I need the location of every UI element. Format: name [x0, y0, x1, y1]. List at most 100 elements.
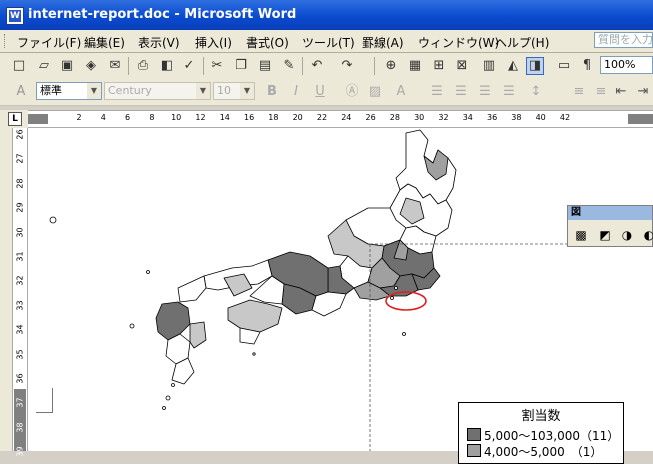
legend-swatch	[467, 428, 481, 441]
bullets-icon[interactable]: ≡	[592, 83, 610, 101]
email-icon[interactable]: ✉	[106, 57, 124, 75]
open-folder-icon[interactable]: ▱	[35, 57, 53, 75]
save-icon[interactable]: ▣	[58, 57, 76, 75]
ruler-tick-label: 34	[462, 113, 473, 122]
format-painter-icon[interactable]: ✎	[280, 57, 298, 75]
color-icon[interactable]: ◩	[596, 226, 614, 244]
menu-insert[interactable]: 挿入(I)	[195, 34, 232, 51]
ruler-tick-label: 16	[244, 113, 255, 122]
zoom-select[interactable]: 100%	[600, 56, 653, 74]
decrease-indent-icon[interactable]: ⇤	[612, 83, 630, 101]
window-title: internet-report.doc - Microsoft Word	[28, 7, 297, 22]
tables-borders-icon[interactable]: ▦	[406, 57, 424, 75]
ruler-tick-label: 32	[15, 275, 25, 286]
bold-icon[interactable]: B	[263, 83, 281, 101]
legend-row: 5,000～103,000（11）	[467, 427, 619, 444]
document-map-icon[interactable]: ◨	[526, 57, 544, 75]
menu-grip[interactable]	[4, 34, 8, 48]
menu-bar: ファイル(F) 編集(E) 表示(V) 挿入(I) 書式(O) ツール(T) 罫…	[0, 30, 653, 53]
title-bar: W internet-report.doc - Microsoft Word	[0, 0, 653, 30]
style-value: 標準	[40, 84, 62, 97]
paste-icon[interactable]: ▤	[256, 57, 274, 75]
insert-excel-icon[interactable]: ⊠	[453, 57, 471, 75]
ruler-tick-label: 10	[171, 113, 182, 122]
formatting-toolbar: A 標準 ▼ Century ▼ 10 ▼ B I U Ⓐ ▨ A ☰ ☰ ☰ …	[0, 79, 653, 106]
chevron-down-icon: ▼	[87, 83, 101, 99]
undo-icon[interactable]: ↶	[308, 57, 326, 75]
ruler-tick-label: 31	[15, 251, 25, 262]
align-left-icon[interactable]: ☰	[428, 83, 446, 101]
ruler-tick-label: 40	[535, 113, 546, 122]
align-right-icon[interactable]: ☰	[476, 83, 494, 101]
ruler-tick-label: 32	[438, 113, 449, 122]
permission-icon[interactable]: ◈	[82, 57, 100, 75]
menu-tools[interactable]: ツール(T)	[302, 34, 355, 51]
font-size-select[interactable]: 10 ▼	[213, 82, 255, 100]
styles-formatting-icon[interactable]: A	[12, 83, 30, 101]
align-center-icon[interactable]: ☰	[452, 83, 470, 101]
increase-indent-icon[interactable]: ⇥	[634, 83, 652, 101]
font-color-icon[interactable]: A	[392, 83, 410, 101]
copy-icon[interactable]: ❐	[232, 57, 250, 75]
ruler-tick-label: 4	[100, 113, 106, 122]
numbering-icon[interactable]: ≡	[570, 83, 588, 101]
menu-format[interactable]: 書式(O)	[246, 34, 289, 51]
spelling-icon[interactable]: ✓	[180, 57, 198, 75]
justify-icon[interactable]: ☰	[500, 83, 518, 101]
columns-icon[interactable]: ▥	[480, 57, 498, 75]
insert-picture-icon[interactable]: ▩	[572, 226, 590, 244]
new-document-icon[interactable]: □	[10, 57, 28, 75]
ruler-tick-label: 22	[316, 113, 328, 122]
ruler-tick-label: 26	[15, 129, 25, 140]
ruler-tick-label: 28	[15, 178, 25, 189]
contrast-icon[interactable]: ◑	[618, 226, 636, 244]
char-shading-icon[interactable]: ▨	[366, 83, 384, 101]
help-question-input[interactable]: 質問を入力	[594, 32, 653, 48]
ruler-tick-label: 30	[15, 227, 25, 238]
picture-toolbar[interactable]: 図 ▩ ◩ ◑ ◐	[567, 205, 653, 247]
show-hide-icon[interactable]: ¶	[578, 57, 596, 75]
read-mode-icon[interactable]: ▭	[555, 57, 573, 75]
char-border-icon[interactable]: Ⓐ	[343, 83, 361, 101]
ruler-tick-label: 24	[341, 113, 352, 122]
vertical-ruler[interactable]: 26 27 28 29 30 31 32 33 34 35 36 37 38 39	[12, 128, 28, 457]
menu-file[interactable]: ファイル(F)	[17, 34, 81, 51]
legend-label: 4,000～5,000 （1）	[484, 445, 603, 459]
ruler-tick-label: 36	[487, 113, 498, 122]
print-preview-icon[interactable]: ◧	[158, 57, 176, 75]
menu-table[interactable]: 罫線(A)	[362, 34, 404, 51]
cut-icon[interactable]: ✂	[208, 57, 226, 75]
brightness-icon[interactable]: ◐	[640, 226, 653, 244]
menu-edit[interactable]: 編集(E)	[84, 34, 125, 51]
ruler-tick-label: 12	[195, 113, 206, 122]
ruler-tick-label: 6	[125, 113, 131, 122]
ruler-tick-label: 35	[15, 349, 25, 360]
ruler-tick-label: 42	[559, 113, 571, 122]
menu-view[interactable]: 表示(V)	[138, 34, 180, 51]
line-spacing-icon[interactable]: ↕	[527, 83, 545, 101]
menu-window[interactable]: ウィンドウ(W)	[418, 34, 499, 51]
insert-table-icon[interactable]: ⊞	[430, 57, 448, 75]
tab-selector[interactable]: L	[0, 110, 28, 128]
redo-icon[interactable]: ↷	[338, 57, 356, 75]
horizontal-ruler[interactable]: 2 4 6 8 10 12 14 16 18 20 22 24 26 28 30 32 34 36 38 40 42 44	[28, 110, 653, 128]
ruler-tick-label: 18	[268, 113, 279, 122]
ruler-tick-label: 2	[76, 113, 82, 122]
ruler-tick-label: 14	[219, 113, 230, 122]
ruler-tick-label: 38	[15, 422, 25, 433]
style-select[interactable]: 標準 ▼	[36, 82, 102, 100]
legend-label: 5,000～103,000（11）	[484, 429, 620, 443]
ruler-tick-label: 8	[149, 113, 155, 122]
drawing-icon[interactable]: ◭	[504, 57, 522, 75]
picture-toolbar-title: 図	[568, 206, 652, 220]
hyperlink-icon[interactable]: ⊕	[382, 57, 400, 75]
standard-toolbar: □ ▱ ▣ ◈ ✉ ⎙ ◧ ✓ ✂ ❐ ▤ ✎ ↶ ↷ ⊕ ▦ ⊞ ⊠ ▥ ◭ …	[0, 53, 653, 80]
left-tab-icon: L	[8, 112, 22, 126]
print-icon[interactable]: ⎙	[134, 57, 152, 75]
underline-icon[interactable]: U	[311, 83, 329, 101]
word-app-icon[interactable]: W	[6, 7, 24, 25]
font-select[interactable]: Century ▼	[104, 82, 211, 100]
legend-row: 4,000～5,000 （1）	[467, 443, 602, 460]
italic-icon[interactable]: I	[287, 83, 305, 101]
menu-help[interactable]: ヘルプ(H)	[495, 34, 549, 51]
